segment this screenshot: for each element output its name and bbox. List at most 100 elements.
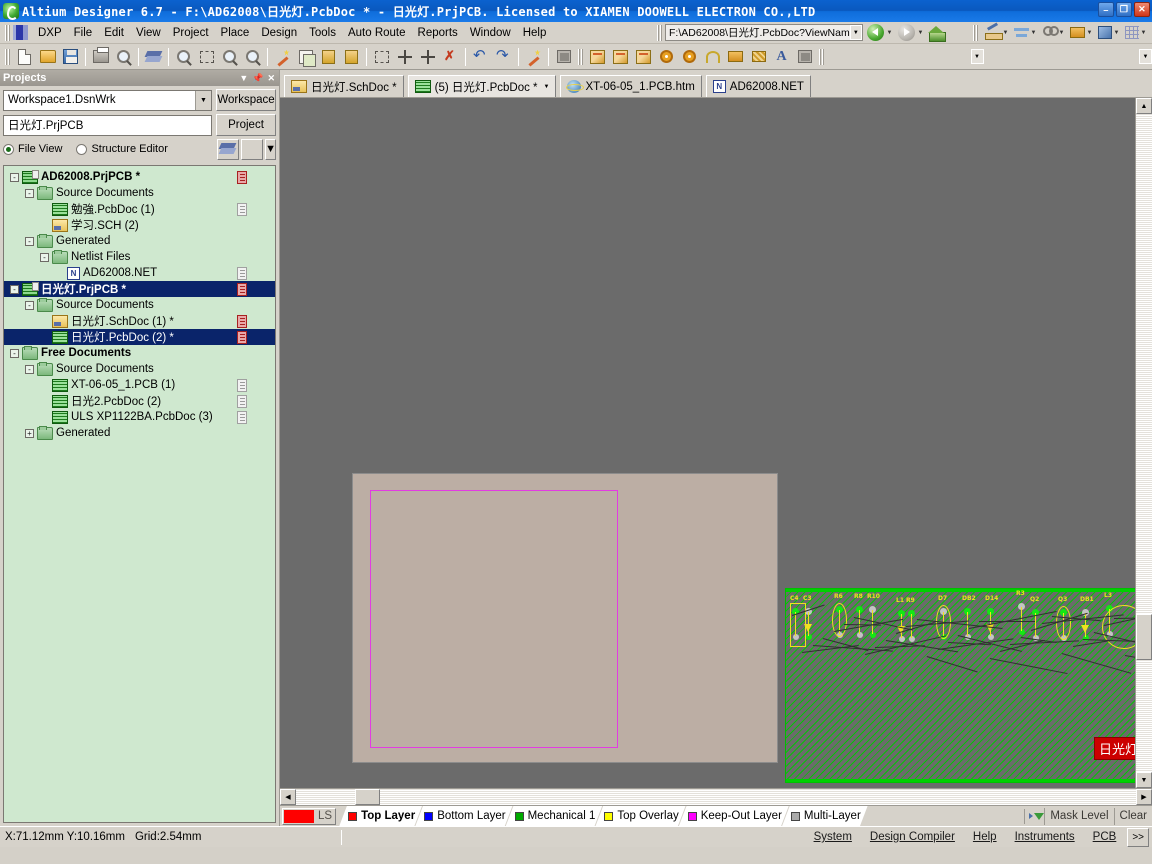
menu-item-place[interactable]: Place — [215, 24, 256, 42]
vertical-scroll-thumb[interactable] — [1136, 614, 1152, 661]
tree-collapse-icon[interactable]: - — [25, 300, 34, 310]
zoom-filter-button[interactable] — [241, 46, 264, 68]
sheet-outline-region[interactable] — [352, 473, 778, 763]
redo-button[interactable]: ↷ — [492, 46, 515, 68]
mask-level-button[interactable]: Mask Level — [1044, 807, 1113, 825]
restore-button[interactable]: ❐ — [1116, 2, 1132, 17]
tree-collapse-icon[interactable]: - — [40, 252, 49, 262]
panel-pin-icon[interactable]: 📌 — [252, 73, 263, 84]
pcb-board[interactable]: C4C3R6R8R10L1R9D7DB2D14R3Q2Q3DB1L3R2C6D1… — [785, 588, 1135, 783]
menu-item-auto-route[interactable]: Auto Route — [342, 24, 412, 42]
grid-tools-icon[interactable] — [1125, 26, 1139, 39]
document-tab[interactable]: (5) 日光灯.PcbDoc * ▼ — [407, 75, 557, 97]
menu-item-window[interactable]: Window — [464, 24, 517, 42]
horizontal-scroll-thumb[interactable] — [354, 789, 380, 805]
deselect-button[interactable] — [416, 46, 439, 68]
cut-button[interactable] — [271, 46, 294, 68]
menu-item-view[interactable]: View — [130, 24, 167, 42]
document-tab[interactable]: XT-06-05_1.PCB.htm — [560, 75, 702, 97]
grid-tools-dropdown-icon[interactable]: ▼ — [1139, 25, 1148, 41]
layer-tab[interactable]: Top Layer — [339, 806, 422, 827]
tree-item[interactable]: 日光灯.SchDoc (1) * — [4, 313, 275, 329]
vertical-scroll-track[interactable] — [1136, 114, 1152, 772]
cross-probe-button[interactable] — [522, 46, 545, 68]
place-fill-button[interactable] — [724, 46, 747, 68]
clear-filter-button[interactable]: ✗ — [439, 46, 462, 68]
menu-item-tools[interactable]: Tools — [303, 24, 342, 42]
tree-collapse-icon[interactable]: - — [25, 236, 34, 246]
address-input[interactable]: F:\AD62008\日光灯.PcbDoc?ViewNam ▼ — [665, 24, 863, 41]
panel-dropdown-icon[interactable]: ▼ — [239, 73, 248, 83]
layer-tab[interactable]: Top Overlay — [595, 806, 685, 827]
place-track-button[interactable] — [609, 46, 632, 68]
tree-collapse-icon[interactable]: - — [10, 172, 19, 182]
place-polygon-button[interactable] — [747, 46, 770, 68]
layer-stack-button[interactable] — [142, 46, 165, 68]
net-select-dropdown-icon[interactable]: ▼ — [970, 49, 984, 64]
layer-tab[interactable]: Keep-Out Layer — [679, 806, 789, 827]
home-icon[interactable] — [928, 25, 946, 42]
menu-grip-handle[interactable] — [5, 24, 10, 41]
utilities-toolbar-grip[interactable] — [973, 24, 978, 41]
panel-button-instruments[interactable]: Instruments — [1005, 827, 1084, 847]
layer-set-selector[interactable]: LS — [282, 807, 337, 825]
move-button[interactable] — [393, 46, 416, 68]
menu-item-project[interactable]: Project — [167, 24, 215, 42]
tree-item[interactable]: - AD62008.PrjPCB * — [4, 169, 275, 185]
panel-button-system[interactable]: System — [804, 827, 861, 847]
find-selection-icon[interactable] — [1042, 26, 1059, 39]
place-component-button[interactable] — [793, 46, 816, 68]
tree-item[interactable]: + Generated — [4, 425, 275, 441]
menu-item-design[interactable]: Design — [255, 24, 303, 42]
menu-item-file[interactable]: File — [68, 24, 99, 42]
scroll-up-button[interactable]: ▲ — [1136, 98, 1152, 114]
zoom-document-button[interactable] — [172, 46, 195, 68]
forward-icon[interactable] — [898, 24, 915, 41]
pcb-placement-toolbar-grip[interactable] — [578, 48, 583, 65]
paste-special-button[interactable] — [340, 46, 363, 68]
scroll-left-button[interactable]: ◀ — [280, 789, 296, 805]
select-area-button[interactable] — [370, 46, 393, 68]
component-class-combo[interactable]: ▼ — [995, 47, 1152, 66]
tree-item[interactable]: 勉強.PcbDoc (1) — [4, 201, 275, 217]
file-view-radio[interactable] — [3, 143, 14, 155]
document-tab[interactable]: 日光灯.SchDoc * — [284, 75, 404, 97]
project-field[interactable]: 日光灯.PrjPCB — [3, 114, 212, 136]
new-document-button[interactable] — [13, 46, 36, 68]
forward-dropdown-icon[interactable]: ▼ — [916, 25, 925, 41]
dimension-tools-dropdown-icon[interactable]: ▼ — [1085, 25, 1094, 41]
placement-tools-icon[interactable] — [985, 25, 1003, 40]
workspace-button[interactable]: Workspace — [216, 89, 276, 111]
tree-item[interactable]: - Source Documents — [4, 361, 275, 377]
place-arc-button[interactable] — [701, 46, 724, 68]
tree-item[interactable]: - Netlist Files — [4, 249, 275, 265]
panel-new-button[interactable] — [241, 138, 263, 160]
scroll-right-button[interactable]: ▶ — [1136, 789, 1152, 805]
panel-button-help[interactable]: Help — [963, 827, 1006, 847]
paste-button[interactable] — [317, 46, 340, 68]
open-document-button[interactable] — [36, 46, 59, 68]
tree-collapse-icon[interactable]: - — [25, 364, 34, 374]
tree-collapse-icon[interactable]: - — [25, 188, 34, 198]
structure-editor-radio[interactable] — [76, 143, 88, 155]
net-select-combo[interactable]: ▼ — [827, 47, 984, 66]
panel-options-button[interactable] — [217, 138, 239, 160]
align-tools-dropdown-icon[interactable]: ▼ — [1029, 25, 1038, 41]
panel-button-pcb[interactable]: PCB — [1083, 827, 1126, 847]
tree-item[interactable]: 学习.SCH (2) — [4, 217, 275, 233]
place-line-button[interactable] — [586, 46, 609, 68]
panel-overflow-button[interactable]: >> — [1127, 827, 1149, 847]
back-dropdown-icon[interactable]: ▼ — [885, 25, 894, 41]
document-tab[interactable]: N AD62008.NET — [705, 75, 811, 97]
close-button[interactable]: ✕ — [1134, 2, 1150, 17]
menu-item-dxp[interactable]: DXP — [32, 24, 68, 42]
save-button[interactable] — [59, 46, 82, 68]
tree-item[interactable]: XT-06-05_1.PCB (1) — [4, 377, 275, 393]
align-tools-icon[interactable] — [1014, 27, 1029, 39]
place-interactive-route-button[interactable] — [632, 46, 655, 68]
canvas-horizontal-scrollbar[interactable]: ◀ ▶ — [280, 788, 1152, 805]
workspace-combo[interactable]: Workspace1.DsnWrk ▼ — [3, 89, 212, 111]
menu-item-edit[interactable]: Edit — [98, 24, 130, 42]
tree-item[interactable]: ULS XP1122BA.PcbDoc (3) — [4, 409, 275, 425]
tree-item[interactable]: - Source Documents — [4, 185, 275, 201]
